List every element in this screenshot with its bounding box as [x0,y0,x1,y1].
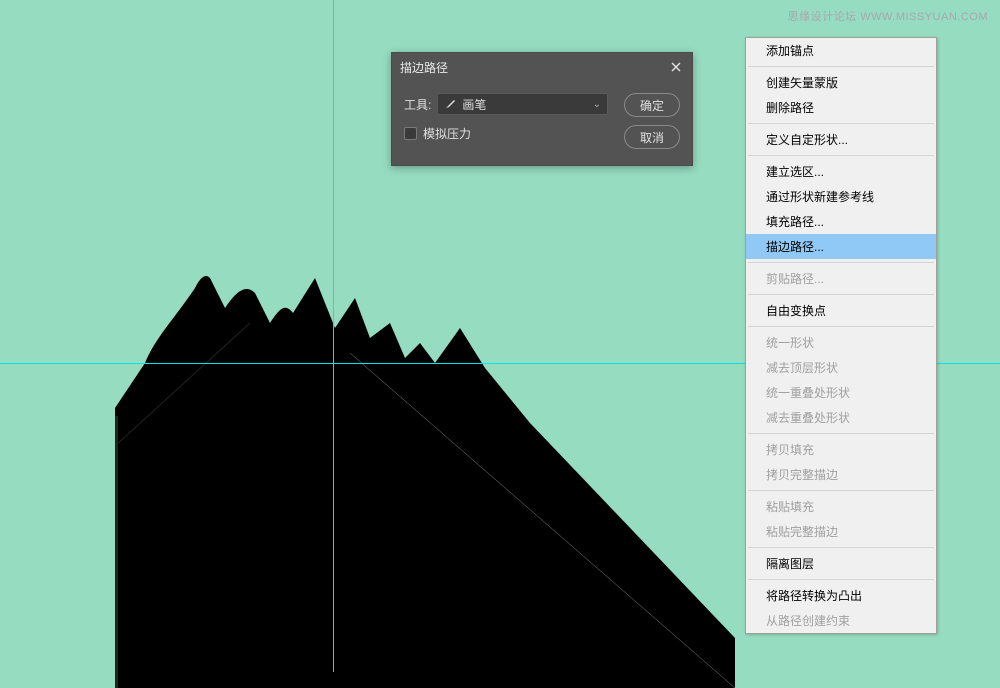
tool-label: 工具: [404,96,431,113]
menu-separator [748,262,934,263]
watermark: 思缘设计论坛 WWW.MISSYUAN.COM [788,8,988,24]
dialog-body: 工具: 画笔 ⌄ 模拟压力 确定 取消 [392,81,692,165]
menu-item[interactable]: 添加锚点 [746,38,936,63]
simulate-pressure-row: 模拟压力 [404,125,608,142]
menu-item: 粘贴完整描边 [746,519,936,544]
menu-separator [748,123,934,124]
menu-item: 拷贝填充 [746,437,936,462]
menu-item: 统一重叠处形状 [746,380,936,405]
menu-item[interactable]: 自由变换点 [746,298,936,323]
menu-item: 统一形状 [746,330,936,355]
ok-button[interactable]: 确定 [624,93,680,117]
menu-separator [748,579,934,580]
menu-item: 剪贴路径... [746,266,936,291]
menu-item: 从路径创建约束 [746,608,936,633]
tool-value: 画笔 [462,96,486,113]
menu-separator [748,547,934,548]
menu-item[interactable]: 删除路径 [746,95,936,120]
simulate-pressure-label: 模拟压力 [423,125,471,142]
menu-item[interactable]: 通过形状新建参考线 [746,184,936,209]
tool-row: 工具: 画笔 ⌄ [404,93,608,115]
brush-icon [444,98,456,110]
menu-separator [748,294,934,295]
close-icon[interactable] [668,59,684,75]
dialog-buttons: 确定 取消 [618,93,680,149]
menu-item[interactable]: 将路径转换为凸出 [746,583,936,608]
menu-item[interactable]: 描边路径... [746,234,936,259]
menu-separator [748,66,934,67]
black-shape [115,268,735,688]
cancel-button[interactable]: 取消 [624,125,680,149]
menu-item: 减去顶层形状 [746,355,936,380]
simulate-pressure-checkbox[interactable] [404,127,417,140]
menu-separator [748,326,934,327]
dialog-title: 描边路径 [400,59,448,76]
menu-separator [748,490,934,491]
dialog-titlebar[interactable]: 描边路径 [392,53,692,81]
menu-item[interactable]: 定义自定形状... [746,127,936,152]
menu-item[interactable]: 建立选区... [746,159,936,184]
context-menu: 添加锚点创建矢量蒙版删除路径定义自定形状... 建立选区...通过形状新建参考线填… [745,37,937,634]
menu-item[interactable]: 填充路径... [746,209,936,234]
menu-item[interactable]: 创建矢量蒙版 [746,70,936,95]
chevron-down-icon: ⌄ [593,99,601,110]
menu-separator [748,433,934,434]
menu-item: 拷贝完整描边 [746,462,936,487]
dialog-content: 工具: 画笔 ⌄ 模拟压力 [404,93,608,149]
menu-item: 减去重叠处形状 [746,405,936,430]
stroke-path-dialog: 描边路径 工具: 画笔 ⌄ 模拟压力 [391,52,693,166]
menu-item[interactable]: 隔离图层 [746,551,936,576]
tool-select[interactable]: 画笔 ⌄ [437,93,608,115]
menu-separator [748,155,934,156]
guide-vertical [333,0,334,672]
menu-item: 粘贴填充 [746,494,936,519]
